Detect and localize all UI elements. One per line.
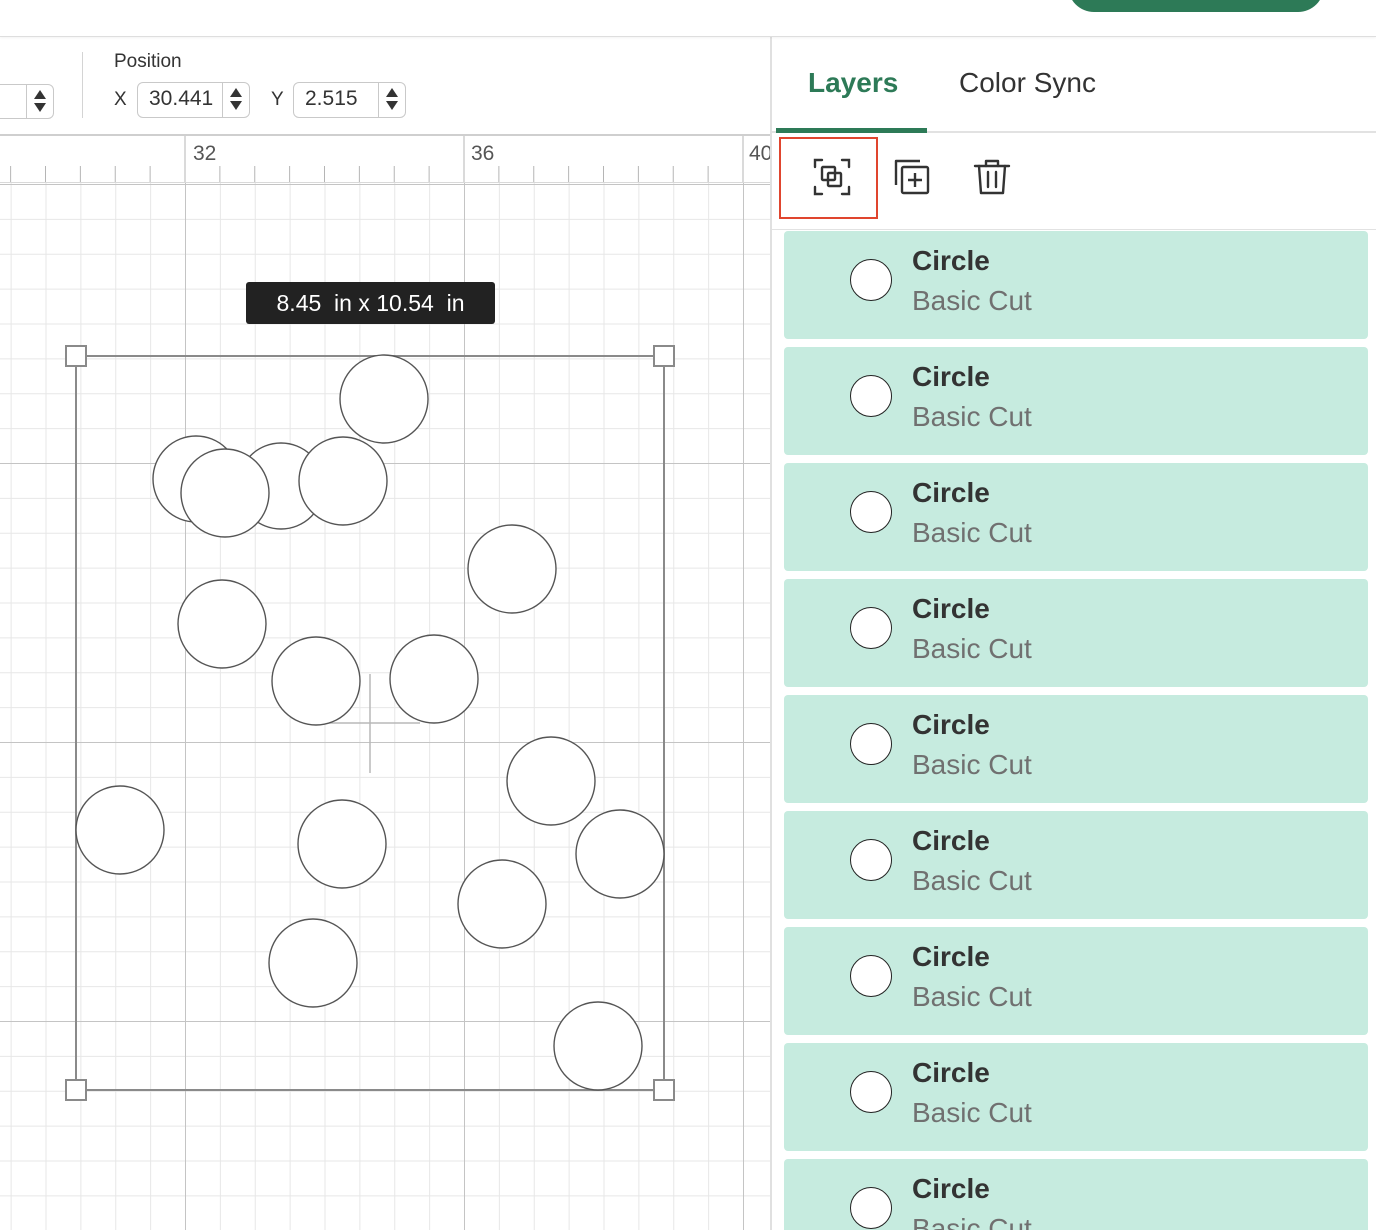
layer-name: Circle [912, 941, 990, 972]
layer-name: Circle [912, 825, 990, 856]
duplicate-icon [894, 159, 930, 195]
edit-toolbar: Position X 30.441 Y 2.515 [0, 37, 771, 134]
layer-name: Circle [912, 1057, 990, 1088]
layer-operation-type: Basic Cut [912, 517, 1032, 548]
layer-item[interactable]: Circle Basic Cut [784, 1043, 1368, 1151]
layer-toolbar [772, 133, 1376, 230]
partial-size-field[interactable] [0, 84, 54, 119]
layer-item[interactable]: Circle Basic Cut [784, 463, 1368, 571]
layers-list: Circle Basic Cut Circle Basic Cut Circle Basi… [784, 231, 1368, 1230]
design-canvas[interactable]: 32 36 40 8.45 in x 10.54 in [0, 134, 771, 1230]
layer-name: Circle [912, 593, 990, 624]
layer-item[interactable]: Circle Basic Cut [784, 231, 1368, 339]
circle-shape[interactable] [553, 1001, 643, 1091]
circle-thumbnail-icon [850, 955, 892, 997]
resize-handle-bottom-right[interactable] [653, 1079, 675, 1101]
design-area: Position X 30.441 Y 2.515 32 36 40 8.45 … [0, 37, 771, 1230]
circle-shape[interactable] [180, 448, 270, 538]
circle-shape[interactable] [298, 436, 388, 526]
size-tooltip: 8.45 in x 10.54 in [246, 282, 495, 324]
group-select-button[interactable] [802, 147, 862, 207]
duplicate-button[interactable] [882, 147, 942, 207]
circle-thumbnail-icon [850, 607, 892, 649]
layer-operation-type: Basic Cut [912, 981, 1032, 1012]
circle-shape[interactable] [177, 579, 267, 669]
tab-color-sync[interactable]: Color Sync [959, 67, 1096, 99]
layer-name: Circle [912, 709, 990, 740]
circle-thumbnail-icon [850, 723, 892, 765]
circle-thumbnail-icon [850, 491, 892, 533]
delete-button[interactable] [962, 147, 1022, 207]
y-stepper[interactable] [378, 83, 405, 117]
circle-thumbnail-icon [850, 259, 892, 301]
layer-operation-type: Basic Cut [912, 401, 1032, 432]
layer-operation-type: Basic Cut [912, 749, 1032, 780]
circle-shape[interactable] [271, 636, 361, 726]
circle-shape[interactable] [467, 524, 557, 614]
size-stepper[interactable] [26, 85, 53, 118]
group-select-icon [813, 158, 851, 196]
layer-operation-type: Basic Cut [912, 1213, 1032, 1230]
resize-handle-bottom-left[interactable] [65, 1079, 87, 1101]
layer-item[interactable]: Circle Basic Cut [784, 347, 1368, 455]
circle-shape[interactable] [75, 785, 165, 875]
tab-layers[interactable]: Layers [808, 67, 898, 99]
layers-panel: Layers Color Sync Circle Basic Cut Circl… [772, 37, 1376, 1230]
y-label: Y [271, 89, 284, 110]
circle-shape[interactable] [339, 354, 429, 444]
primary-action-button[interactable] [1068, 0, 1324, 12]
layer-item[interactable]: Circle Basic Cut [784, 1159, 1368, 1230]
trash-icon [973, 159, 1011, 195]
layer-name: Circle [912, 245, 990, 276]
x-stepper[interactable] [222, 83, 249, 117]
x-label: X [114, 89, 127, 110]
layer-operation-type: Basic Cut [912, 285, 1032, 316]
resize-handle-top-right[interactable] [653, 345, 675, 367]
circle-shape[interactable] [575, 809, 665, 899]
circle-shape[interactable] [389, 634, 479, 724]
layer-name: Circle [912, 477, 990, 508]
y-position-input[interactable]: 2.515 [293, 82, 406, 118]
layer-item[interactable]: Circle Basic Cut [784, 927, 1368, 1035]
top-bar [0, 0, 1376, 37]
circle-thumbnail-icon [850, 839, 892, 881]
circle-shape[interactable] [268, 918, 358, 1008]
circle-shape[interactable] [506, 736, 596, 826]
circle-shape[interactable] [457, 859, 547, 949]
layer-name: Circle [912, 361, 990, 392]
circle-thumbnail-icon [850, 1071, 892, 1113]
layer-operation-type: Basic Cut [912, 1097, 1032, 1128]
panel-tabs: Layers Color Sync [772, 37, 1376, 133]
layer-operation-type: Basic Cut [912, 633, 1032, 664]
toolbar-divider [82, 52, 83, 118]
layer-operation-type: Basic Cut [912, 865, 1032, 896]
circle-thumbnail-icon [850, 1187, 892, 1229]
layer-item[interactable]: Circle Basic Cut [784, 579, 1368, 687]
circle-thumbnail-icon [850, 375, 892, 417]
circle-shape[interactable] [297, 799, 387, 889]
position-label: Position [114, 51, 182, 72]
layer-item[interactable]: Circle Basic Cut [784, 695, 1368, 803]
x-position-input[interactable]: 30.441 [137, 82, 250, 118]
resize-handle-top-left[interactable] [65, 345, 87, 367]
layer-name: Circle [912, 1173, 990, 1204]
layer-item[interactable]: Circle Basic Cut [784, 811, 1368, 919]
